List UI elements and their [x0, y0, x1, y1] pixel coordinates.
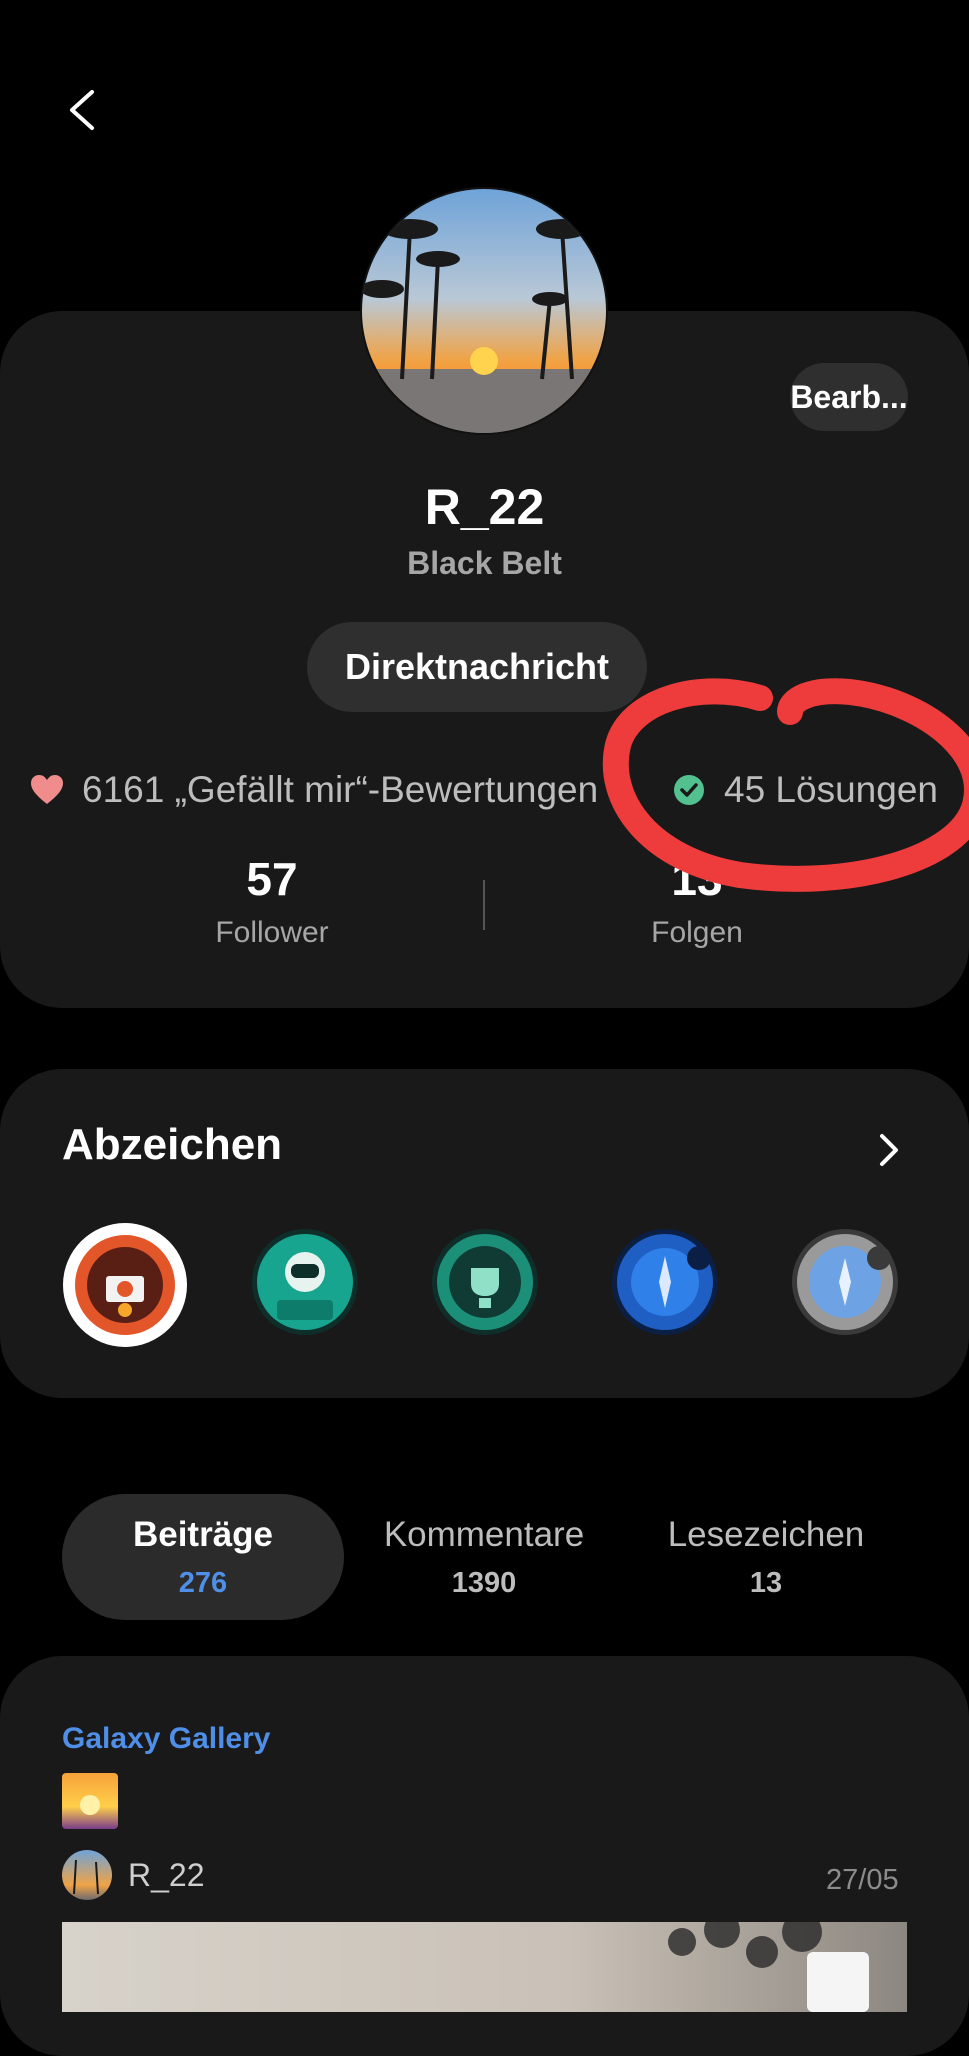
sunset-thumbnail-image — [62, 1773, 118, 1829]
username: R_22 — [424, 479, 545, 535]
palm-sunset-photo — [362, 189, 606, 433]
rocket-booster-badge-icon — [612, 1229, 718, 1335]
tab-bookmarks[interactable]: Lesezeichen 13 — [625, 1494, 907, 1620]
following-count[interactable]: 13 Folgen — [557, 852, 837, 950]
direct-message-button[interactable]: Direktnachricht — [307, 622, 647, 712]
tab-bookmarks-label: Lesezeichen — [667, 1514, 865, 1554]
tab-posts-count: 276 — [178, 1566, 228, 1599]
check-circle-icon — [674, 775, 704, 805]
chevron-left-icon — [70, 90, 94, 130]
tab-posts[interactable]: Beiträge 276 — [62, 1494, 344, 1620]
post-author-name[interactable]: R_22 — [128, 1857, 205, 1894]
back-button[interactable] — [52, 80, 112, 140]
solutions-stat: 45 Lösungen — [672, 764, 938, 816]
badges-more-button[interactable] — [858, 1120, 918, 1180]
tab-comments-count: 1390 — [451, 1566, 517, 1599]
post-date: 27/05 — [826, 1864, 899, 1896]
tab-comments[interactable]: Kommentare 1390 — [343, 1494, 625, 1620]
badge-rocket-booster[interactable] — [611, 1228, 719, 1336]
beta-pathfinder-badge-icon — [252, 1229, 358, 1335]
post-preview-image — [62, 1922, 907, 2012]
followers-count[interactable]: 57 Follower — [132, 852, 412, 950]
followers-label: Follower — [215, 916, 329, 949]
edit-profile-button[interactable]: Bearb... — [790, 363, 908, 431]
post-image[interactable] — [62, 1922, 907, 2012]
heart-icon — [31, 775, 63, 804]
tab-posts-label: Beiträge — [132, 1514, 274, 1554]
author-avatar-image — [62, 1850, 112, 1900]
likes-text: 6161 „Gefällt mir“-Bewertungen — [82, 769, 599, 810]
following-label: Folgen — [651, 916, 743, 949]
followers-number: 57 — [246, 853, 298, 905]
tab-comments-label: Kommentare — [383, 1514, 585, 1554]
post-author-avatar[interactable] — [62, 1850, 112, 1900]
solutions-text: 45 Lösungen — [724, 769, 938, 810]
user-rank: Black Belt — [407, 545, 562, 581]
tab-bookmarks-count: 13 — [749, 1566, 783, 1599]
category-thumbnail — [62, 1773, 118, 1829]
post-category[interactable]: Galaxy Gallery — [62, 1722, 270, 1756]
badge-contest-winner[interactable] — [431, 1228, 539, 1336]
profile-avatar[interactable] — [362, 189, 606, 433]
contest-winner-badge-icon — [432, 1229, 538, 1335]
badge-artist-of-the-month[interactable] — [62, 1222, 188, 1348]
count-divider — [483, 880, 485, 930]
chevron-right-icon — [880, 1134, 898, 1166]
likes-stat: 6161 „Gefällt mir“-Bewertungen — [30, 764, 598, 816]
badge-beta-pathfinder[interactable] — [251, 1228, 359, 1336]
following-number: 13 — [671, 853, 723, 905]
badge-launcher[interactable] — [791, 1228, 899, 1336]
artist-badge-icon — [63, 1223, 187, 1347]
launcher-badge-icon — [792, 1229, 898, 1335]
badges-title: Abzeichen — [62, 1120, 283, 1169]
